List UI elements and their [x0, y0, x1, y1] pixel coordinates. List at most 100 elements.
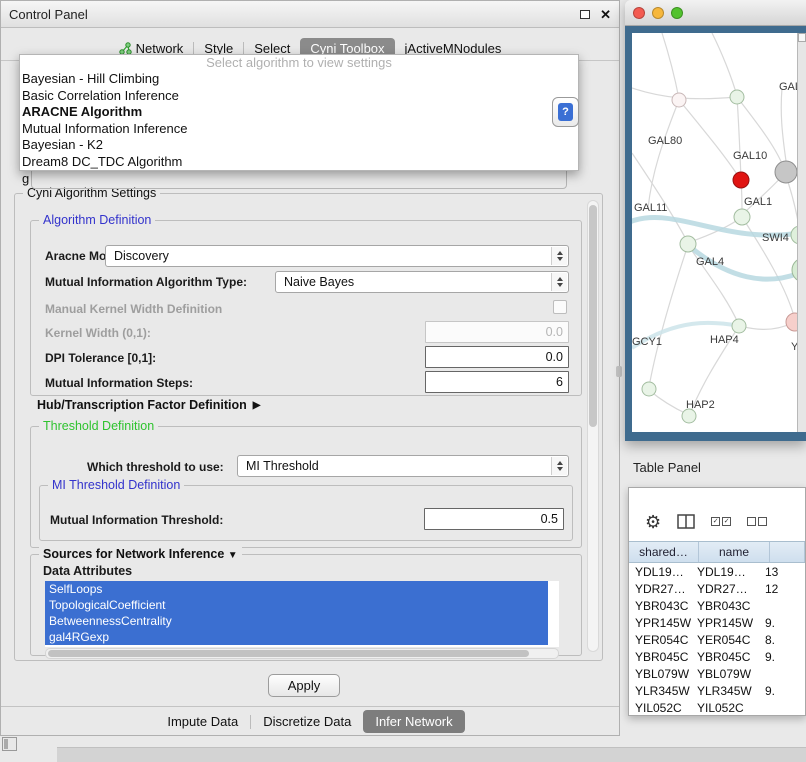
network-canvas[interactable]: GAL GAL80 GAL10 GAL11 GAL1 SWI4 GAL4 GCY… — [632, 33, 797, 432]
dropdown-item[interactable]: Dream8 DC_TDC Algorithm — [20, 154, 578, 171]
dropdown-item-selected[interactable]: ARACNE Algorithm — [20, 104, 578, 121]
hub-factor-section-header[interactable]: Hub/Transcription Factor Definition ▶ — [37, 398, 260, 412]
dropdown-item[interactable]: Basic Correlation Inference — [20, 88, 578, 105]
cell: 12 — [759, 582, 805, 596]
tab-impute-data[interactable]: Impute Data — [155, 710, 250, 733]
which-threshold-label: Which threshold to use: — [87, 459, 224, 475]
cell: YER054C — [693, 633, 759, 647]
network-node-pink[interactable] — [786, 313, 797, 331]
network-node-red[interactable] — [733, 172, 749, 188]
network-node[interactable] — [730, 90, 744, 104]
dropdown-item[interactable]: Mutual Information Inference — [20, 121, 578, 138]
column-header[interactable]: name — [699, 542, 770, 562]
mi-type-label: Mutual Information Algorithm Type: — [45, 274, 247, 290]
network-graph: GAL GAL80 GAL10 GAL11 GAL1 SWI4 GAL4 GCY… — [632, 33, 797, 432]
table-body: YDL19… YDL19… 13 YDR27… YDR27… 12 YBR043… — [629, 563, 805, 715]
collapse-arrow-icon: ▶ — [253, 400, 261, 411]
dropdown-item[interactable]: Bayesian - K2 — [20, 137, 578, 154]
dpi-tolerance-field[interactable] — [425, 346, 569, 368]
dpi-tolerance-label: DPI Tolerance [0,1]: — [45, 350, 156, 366]
group-title: Algorithm Definition — [39, 213, 155, 227]
float-panel-icon[interactable] — [580, 10, 590, 19]
sources-title: Sources for Network Inference — [43, 547, 224, 561]
control-panel-titlebar: Control Panel ✕ — [1, 1, 619, 28]
splitter-handle[interactable] — [616, 366, 622, 377]
cell: YLR345W — [693, 684, 759, 698]
network-node[interactable] — [734, 209, 750, 225]
table-row[interactable]: YBL079W YBL079W — [629, 665, 805, 682]
table-row[interactable]: YBR043C YBR043C — [629, 597, 805, 614]
table-row[interactable]: YER054C YER054C 8. — [629, 631, 805, 648]
cell: YBR043C — [629, 599, 693, 613]
column-header[interactable]: shared… — [629, 542, 699, 562]
list-item[interactable]: SelfLoops — [45, 581, 548, 597]
tab-label: Infer Network — [375, 714, 452, 729]
table-row[interactable]: YLR345W YLR345W 9. — [629, 682, 805, 699]
scrollbar-button[interactable] — [798, 33, 806, 42]
gear-icon[interactable]: ⚙ — [645, 513, 661, 531]
settings-vertical-scrollbar[interactable] — [587, 200, 599, 652]
cell: YBR043C — [693, 599, 759, 613]
manual-kernel-checkbox[interactable] — [553, 300, 567, 314]
table-panel-window: ⚙ ✓✓ shared… name YDL19… YDL19… 13 YDR27… — [628, 487, 806, 716]
list-horizontal-scrollbar[interactable] — [45, 648, 559, 659]
mi-steps-field[interactable] — [425, 371, 569, 393]
column-header[interactable] — [770, 542, 805, 562]
dropdown-item[interactable]: Bayesian - Hill Climbing — [20, 71, 578, 88]
cyni-algorithm-settings-group: Cyni Algorithm Settings Algorithm Defini… — [14, 193, 603, 661]
table-row[interactable]: YIL052C YIL052C — [629, 699, 805, 716]
network-node[interactable] — [682, 409, 696, 423]
tab-label: Discretize Data — [263, 714, 351, 729]
close-traffic-light[interactable] — [633, 7, 645, 19]
network-node[interactable] — [672, 93, 686, 107]
network-vertical-scrollbar[interactable] — [797, 33, 806, 432]
mi-type-combo[interactable]: Naive Bayes — [275, 271, 569, 293]
network-node[interactable] — [732, 319, 746, 333]
cell: YBL079W — [693, 667, 759, 681]
network-node[interactable] — [680, 236, 696, 252]
mi-threshold-label: Mutual Information Threshold: — [50, 512, 223, 528]
close-icon[interactable]: ✕ — [600, 8, 611, 21]
combo-value: MI Threshold — [246, 459, 319, 473]
zoom-traffic-light[interactable] — [671, 7, 683, 19]
table-row[interactable]: YPR145W YPR145W 9. — [629, 614, 805, 631]
cell: 8. — [759, 633, 805, 647]
group-title: MI Threshold Definition — [48, 478, 184, 492]
cell: YPR145W — [693, 616, 759, 630]
scrollbar-thumb[interactable] — [589, 205, 597, 427]
table-row[interactable]: YDR27… YDR27… 12 — [629, 580, 805, 597]
data-attributes-list: SelfLoops TopologicalCoefficient Between… — [45, 581, 559, 647]
tab-discretize-data[interactable]: Discretize Data — [251, 710, 363, 733]
columns-icon[interactable] — [677, 514, 695, 529]
which-threshold-combo[interactable]: MI Threshold — [237, 455, 569, 477]
tab-infer-network[interactable]: Infer Network — [363, 710, 464, 733]
mi-threshold-field[interactable] — [424, 508, 564, 530]
combo-arrows-icon — [551, 457, 567, 475]
cell: 9. — [759, 650, 805, 664]
apply-button[interactable]: Apply — [268, 674, 340, 697]
node-label: GCY1 — [632, 336, 662, 348]
minimize-traffic-light[interactable] — [652, 7, 664, 19]
hub-factor-label: Hub/Transcription Factor Definition — [37, 398, 247, 412]
list-item[interactable]: BetweennessCentrality — [45, 613, 548, 629]
deselect-all-columns-icon[interactable] — [747, 517, 767, 526]
cell: YBR045C — [629, 650, 693, 664]
cell: YDR27… — [629, 582, 693, 596]
docked-panel-icon[interactable] — [2, 737, 17, 751]
cell: YER054C — [629, 633, 693, 647]
list-item[interactable]: TopologicalCoefficient — [45, 597, 548, 613]
cell: YDR27… — [693, 582, 759, 596]
list-item[interactable]: gal4RGexp — [45, 629, 548, 645]
sources-section-header[interactable]: Sources for Network Inference ▼ — [39, 547, 242, 561]
table-row[interactable]: YDL19… YDL19… 13 — [629, 563, 805, 580]
aracne-mode-combo[interactable]: Discovery — [105, 245, 569, 267]
cell: YIL052C — [693, 701, 759, 715]
kernel-width-field[interactable] — [425, 321, 569, 343]
network-node[interactable] — [642, 382, 656, 396]
select-all-columns-icon[interactable]: ✓✓ — [711, 517, 731, 526]
table-row[interactable]: YBR045C YBR045C 9. — [629, 648, 805, 665]
help-button[interactable]: ? — [552, 97, 579, 127]
network-node-gray[interactable] — [775, 161, 797, 183]
network-window-titlebar — [625, 0, 806, 26]
network-view-frame: GAL GAL80 GAL10 GAL11 GAL1 SWI4 GAL4 GCY… — [625, 26, 806, 441]
